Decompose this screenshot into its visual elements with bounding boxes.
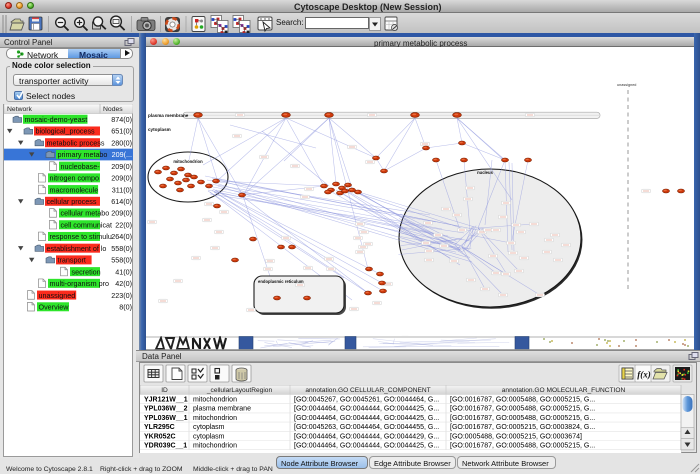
svg-text:Overview: Overview <box>39 302 70 311</box>
svg-text:primary metabo: primary metabo <box>58 150 108 159</box>
svg-text:[GO:0045263, GO:0044464, GO:00: [GO:0045263, GO:0044464, GO:0044455, G..… <box>294 424 439 431</box>
svg-text:209(...: 209(... <box>112 150 132 159</box>
svg-text:multi-organism pro: multi-organism pro <box>50 279 110 288</box>
svg-text:223(0): 223(0) <box>111 291 132 300</box>
svg-text:[GO:0016787, GO:0005488, GO:00: [GO:0016787, GO:0005488, GO:0005215, G..… <box>450 397 595 404</box>
svg-text:[GO:0044464, GO:0044444, GO:00: [GO:0044464, GO:0044444, GO:0044429, G..… <box>294 433 439 440</box>
svg-text:macromolecule: macromolecule <box>50 185 99 194</box>
svg-text:metabolic process: metabolic process <box>47 138 105 147</box>
svg-text:plasma membrane: plasma membrane <box>148 113 189 118</box>
svg-text:614(0): 614(0) <box>111 197 132 206</box>
svg-text:[GO:0045267, GO:0045261, GO:00: [GO:0045267, GO:0045261, GO:0044464, G..… <box>294 397 439 404</box>
svg-text:mitochondrion: mitochondrion <box>193 397 237 404</box>
svg-text:establishment of lo: establishment of lo <box>47 244 107 253</box>
svg-text:264(0): 264(0) <box>111 232 132 241</box>
svg-text:mitochondrion: mitochondrion <box>173 159 203 164</box>
svg-text:YPL036W__2: YPL036W__2 <box>144 406 188 413</box>
svg-text:8(0): 8(0) <box>119 302 132 311</box>
svg-text:secretion: secretion <box>72 267 101 276</box>
svg-text:280(0): 280(0) <box>111 138 132 147</box>
svg-text:[GO:0016787, GO:0005488, GO:00: [GO:0016787, GO:0005488, GO:0005215, G..… <box>450 443 595 450</box>
svg-text:YDR039C__1: YDR039C__1 <box>144 443 187 450</box>
svg-text:651(0): 651(0) <box>111 127 132 136</box>
svg-text:cytoplasm: cytoplasm <box>148 127 171 132</box>
svg-text:Network: Network <box>7 106 33 113</box>
svg-text:cytoplasm: cytoplasm <box>193 433 225 440</box>
svg-text:nucleobase-: nucleobase- <box>61 162 101 171</box>
svg-text:YJR121W__1: YJR121W__1 <box>144 397 188 404</box>
svg-text:cellular metabo: cellular metabo <box>61 209 110 218</box>
svg-text:annotation.GO CELLULAR_COMPONE: annotation.GO CELLULAR_COMPONENT <box>305 387 430 394</box>
svg-text:42(0): 42(0) <box>115 279 132 288</box>
svg-text:annotation.GO MOLECULAR_FUNCTI: annotation.GO MOLECULAR_FUNCTION <box>502 387 626 394</box>
svg-text:_cellularLayoutRegion: _cellularLayoutRegion <box>206 387 273 394</box>
svg-text:[GO:0005488, GO:0005215, GO:00: [GO:0005488, GO:0005215, GO:0003674] <box>450 433 582 440</box>
svg-text:unassigned: unassigned <box>39 291 76 300</box>
svg-text:558(0): 558(0) <box>111 256 132 265</box>
svg-text:ID: ID <box>161 387 168 394</box>
svg-text:YPL036W__1: YPL036W__1 <box>144 415 188 422</box>
svg-text:transport: transport <box>58 256 86 265</box>
svg-text:nitrogen compo: nitrogen compo <box>50 174 100 183</box>
svg-text:cytoplasm: cytoplasm <box>193 424 225 431</box>
svg-text:311(0): 311(0) <box>112 185 132 194</box>
svg-text:[GO:0016787, GO:0005488, GO:00: [GO:0016787, GO:0005488, GO:0005215, G..… <box>450 415 595 422</box>
svg-text:response to stimulu: response to stimulu <box>50 232 112 241</box>
svg-text:209(0): 209(0) <box>111 209 132 218</box>
svg-text:209(0): 209(0) <box>111 162 132 171</box>
svg-text:41(0): 41(0) <box>115 267 132 276</box>
svg-text:[GO:0044464, GO:0044444, GO:00: [GO:0044464, GO:0044444, GO:0044425, G..… <box>294 443 439 450</box>
svg-text:[GO:0016787, GO:0005488, GO:00: [GO:0016787, GO:0005488, GO:0005215, G..… <box>450 406 595 413</box>
svg-text:[GO:0016787, GO:0005215, GO:00: [GO:0016787, GO:0005215, GO:0003824, G..… <box>450 424 595 431</box>
svg-text:874(0): 874(0) <box>111 115 132 124</box>
svg-text:biological_process: biological_process <box>36 127 96 136</box>
svg-text:[GO:0044464, GO:0044444, GO:00: [GO:0044464, GO:0044444, GO:0044425, G..… <box>294 415 439 422</box>
svg-text:unassigned: unassigned <box>617 83 636 87</box>
svg-text:mitochondrion: mitochondrion <box>193 443 237 450</box>
svg-text:f(x): f(x) <box>637 370 651 380</box>
svg-text:22(0): 22(0) <box>115 220 132 229</box>
svg-text:YLR295C: YLR295C <box>144 424 175 431</box>
svg-text:Nodes: Nodes <box>103 106 123 113</box>
svg-text:mosaic-demo-yeast: mosaic-demo-yeast <box>25 115 88 124</box>
svg-text:cell communicat: cell communicat <box>61 220 113 229</box>
svg-text:558(0): 558(0) <box>111 244 132 253</box>
svg-text:209(0): 209(0) <box>111 174 132 183</box>
svg-text:plasma membrane: plasma membrane <box>193 406 251 413</box>
svg-text:mitochondrion: mitochondrion <box>193 415 237 422</box>
svg-text:YKR052C: YKR052C <box>144 433 176 440</box>
svg-text:nucleus: nucleus <box>477 170 493 175</box>
svg-text:[GO:0044464, GO:0044444, GO:00: [GO:0044464, GO:0044444, GO:0044425, G..… <box>294 406 439 413</box>
svg-text:cellular process: cellular process <box>47 197 97 206</box>
